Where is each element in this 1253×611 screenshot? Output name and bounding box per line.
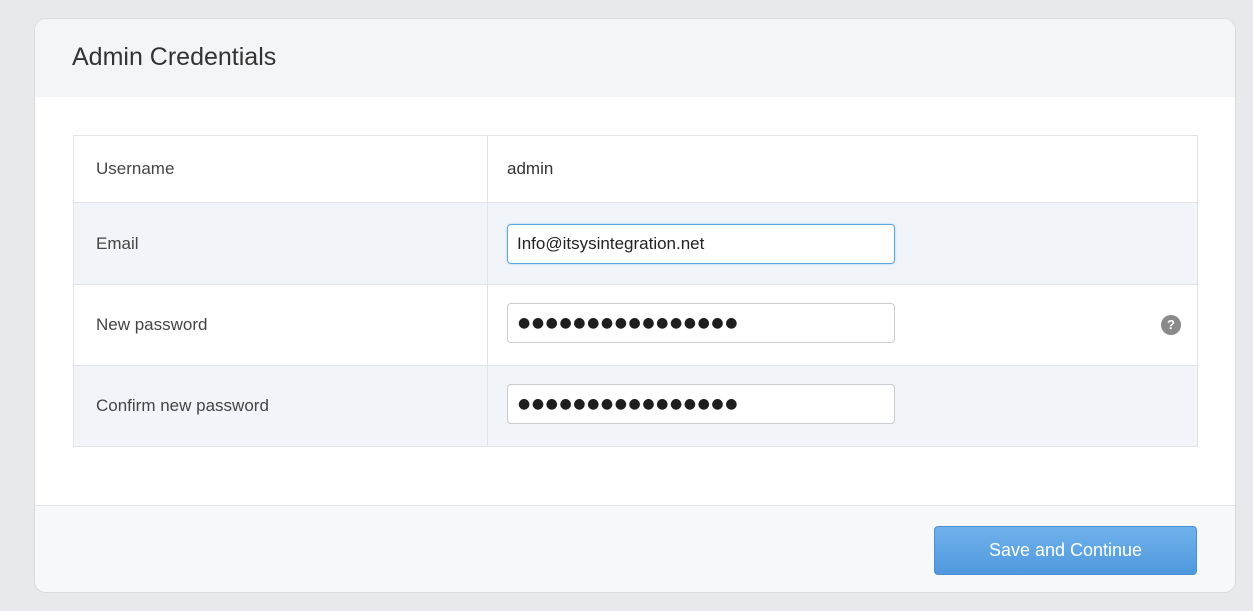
username-value: admin [507,159,554,178]
new-password-row: New password ●●●●●●●●●●●●●●●● ? [73,284,1198,366]
admin-credentials-panel: Admin Credentials Username admin Email N… [34,18,1236,593]
username-label: Username [73,135,488,203]
username-row: Username admin [73,135,1198,203]
username-value-cell: admin [487,135,1198,203]
confirm-password-row: Confirm new password ●●●●●●●●●●●●●●●● [73,365,1198,447]
new-password-label: New password [73,284,488,366]
help-icon[interactable]: ? [1161,315,1181,335]
new-password-field[interactable]: ●●●●●●●●●●●●●●●● [507,302,895,343]
email-value-cell [487,202,1198,285]
new-password-value-cell: ●●●●●●●●●●●●●●●● ? [487,284,1198,366]
email-field[interactable] [507,223,895,264]
email-label: Email [73,202,488,285]
panel-header: Admin Credentials [35,19,1235,97]
confirm-password-label: Confirm new password [73,365,488,447]
email-row: Email [73,202,1198,285]
confirm-password-field[interactable]: ●●●●●●●●●●●●●●●● [507,383,895,424]
credentials-form-table: Username admin Email New password ●●●●●●… [73,135,1198,447]
confirm-password-value-cell: ●●●●●●●●●●●●●●●● [487,365,1198,447]
panel-footer: Save and Continue [35,506,1235,592]
save-and-continue-button[interactable]: Save and Continue [934,526,1197,575]
panel-title: Admin Credentials [72,43,277,71]
